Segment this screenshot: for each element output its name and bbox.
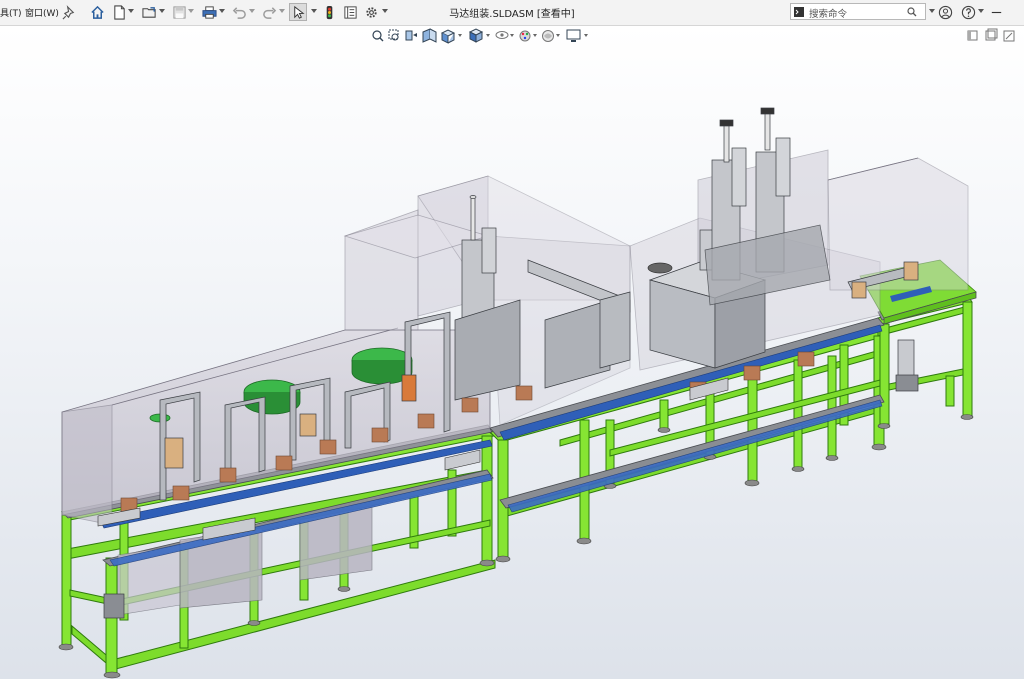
feet-section-3 [877, 414, 974, 429]
assembly-model-view[interactable] [0, 26, 1024, 679]
help-dropdown-icon[interactable] [978, 8, 984, 14]
command-prompt-icon [794, 7, 804, 17]
help-icon[interactable] [959, 3, 977, 21]
search-icon[interactable] [907, 7, 917, 17]
title-bar: 具(T) 窗口(W) 马达组装.SLDASM [查看中] 搜索命令 [0, 0, 1024, 26]
search-dropdown-icon[interactable] [929, 8, 935, 14]
search-box[interactable]: 搜索命令 [790, 3, 926, 20]
restore-icon[interactable] [987, 3, 1005, 21]
search-input[interactable]: 搜索命令 [809, 6, 847, 20]
user-icon[interactable] [936, 3, 954, 21]
